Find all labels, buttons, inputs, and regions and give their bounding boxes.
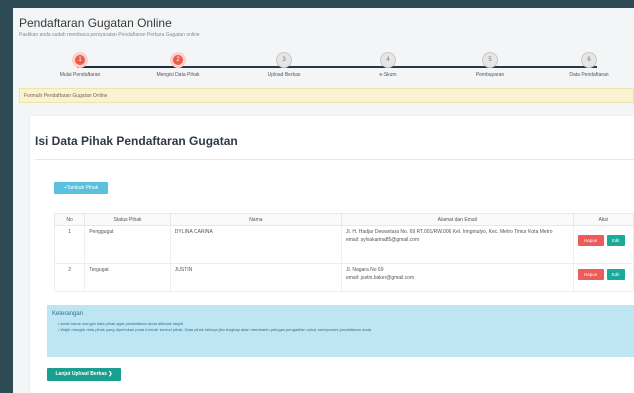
edit-button[interactable]: Edit: [606, 235, 625, 246]
step-label: Data Pendaftaran: [569, 72, 609, 78]
column-header: No: [53, 213, 86, 226]
form-alert: Formulir Pendaftaran Gugatan Online: [19, 88, 634, 103]
cell-nama: JUSTIN: [169, 263, 342, 292]
step-label: Mengisi Data Pihak: [156, 72, 200, 78]
column-header: Status Pihak: [84, 213, 171, 226]
table-row: 2 Tergugat JUSTIN Jl. Nagara No 69 email…: [53, 263, 634, 292]
info-title: Keterangan: [52, 311, 84, 317]
email-text: email: justin.baker@gmail.com: [345, 275, 415, 281]
step-circle: 6: [581, 52, 597, 68]
cell-aksi: Hapus Edit: [572, 225, 634, 264]
step-circle: 4: [380, 52, 396, 68]
page-header: Pendaftaran Gugatan Online Pastikan anda…: [19, 16, 200, 38]
address-text: Jl. H. Hadjar Dewantara No. 69 RT.001/RW…: [345, 229, 553, 235]
address-text: Jl. Nagara No 69: [345, 267, 384, 273]
cell-status: Tergugat: [84, 263, 171, 292]
step-mulai-pendaftaran[interactable]: 1 Mulai Pendaftaran: [35, 52, 125, 78]
step-label: Pembayaran: [475, 72, 505, 78]
page-subtitle: Pastikan anda sudah membaca persyaratan …: [19, 32, 200, 38]
page-title: Pendaftaran Gugatan Online: [19, 16, 172, 30]
step-e-skum[interactable]: 4 e-Skum: [343, 52, 433, 78]
party-table: No Status Pihak Nama Alamat dan Email Ak…: [53, 213, 634, 292]
divider: [35, 159, 634, 160]
card-title: Isi Data Pihak Pendaftaran Gugatan: [35, 134, 238, 148]
step-circle: 5: [482, 52, 498, 68]
step-circle: 2: [170, 52, 186, 68]
step-data-pendaftaran[interactable]: 6 Data Pendaftaran: [544, 52, 634, 78]
cell-alamat: Jl. H. Hadjar Dewantara No. 69 RT.001/RW…: [340, 225, 574, 264]
column-header: Aksi: [572, 213, 634, 226]
cell-nama: DYLINA CARINA: [169, 225, 342, 264]
step-label: Mulai Pendaftaran: [59, 72, 101, 78]
delete-button[interactable]: Hapus: [577, 269, 604, 280]
step-upload-berkas[interactable]: 3 Upload Berkas: [239, 52, 329, 78]
add-party-button[interactable]: +Tambah Pihak: [54, 182, 108, 194]
info-item: Wajib mengisi data pihak yang diperlukan…: [58, 327, 629, 333]
step-label: e-Skum: [379, 72, 397, 78]
step-circle: 3: [276, 52, 292, 68]
cell-status: Penggugat: [84, 225, 171, 264]
delete-button[interactable]: Hapus: [577, 235, 604, 246]
info-box: Keterangan Anda harus mengisi data pihak…: [47, 305, 634, 357]
progress-stepper: 1 Mulai Pendaftaran 2 Mengisi Data Pihak…: [13, 52, 634, 82]
table-row: 1 Penggugat DYLINA CARINA Jl. H. Hadjar …: [53, 225, 634, 264]
app-window: Pendaftaran Gugatan Online Pastikan anda…: [13, 8, 634, 393]
column-header: Nama: [169, 213, 342, 226]
next-upload-button[interactable]: Lanjut Upload Berkas ❯: [47, 368, 121, 381]
cell-no: 1: [53, 225, 86, 264]
step-pembayaran[interactable]: 5 Pembayaran: [445, 52, 535, 78]
column-header: Alamat dan Email: [340, 213, 574, 226]
cell-no: 2: [53, 263, 86, 292]
form-card: Isi Data Pihak Pendaftaran Gugatan +Tamb…: [30, 116, 634, 393]
step-mengisi-data-pihak[interactable]: 2 Mengisi Data Pihak: [133, 52, 223, 78]
cell-aksi: Hapus Edit: [572, 263, 634, 292]
cell-alamat: Jl. Nagara No 69 email: justin.baker@gma…: [340, 263, 574, 292]
email-text: email: sylvakarina85@gmail.com: [345, 237, 420, 243]
step-circle: 1: [72, 52, 88, 68]
step-label: Upload Berkas: [267, 72, 301, 78]
edit-button[interactable]: Edit: [606, 269, 625, 280]
